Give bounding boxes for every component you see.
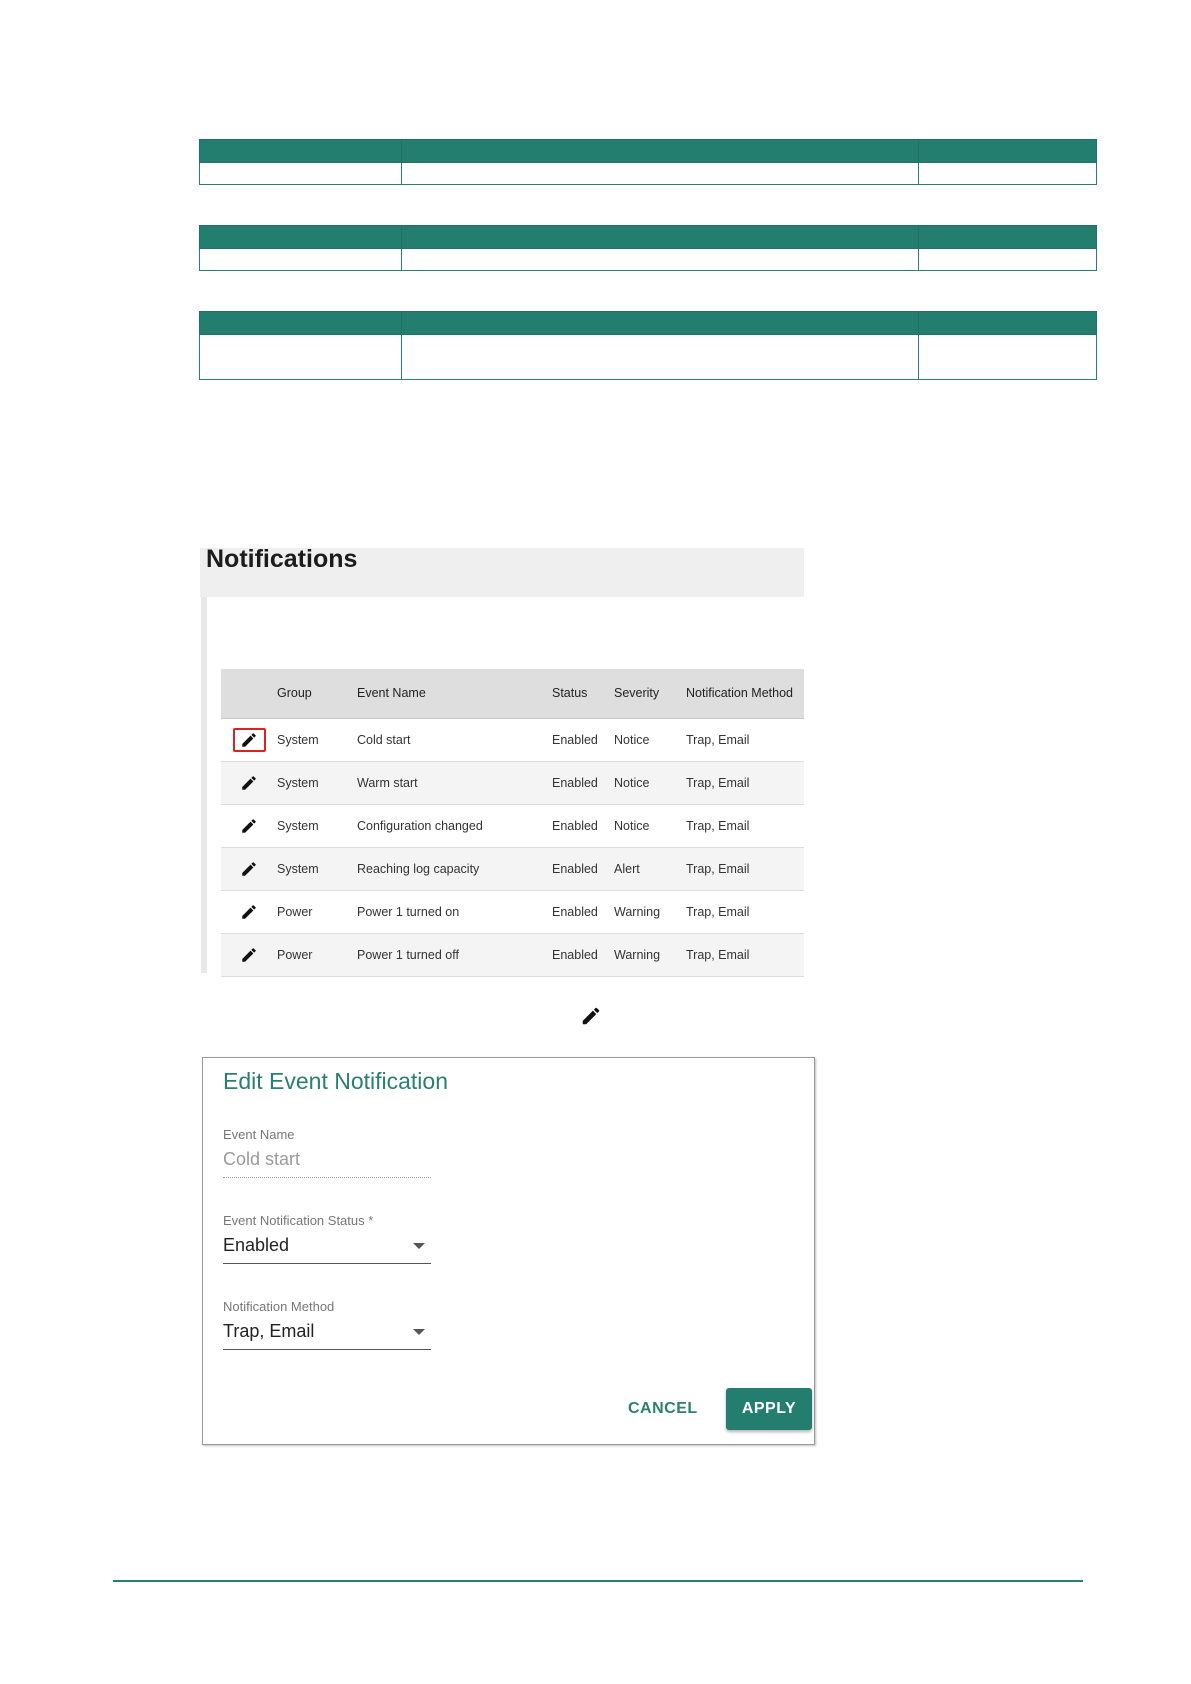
cell-severity: Alert: [614, 847, 686, 891]
cell-severity: Warning: [614, 890, 686, 934]
footer-divider: [113, 1580, 1083, 1582]
spec-table-1: [199, 139, 1097, 185]
cell-status: Enabled: [552, 890, 614, 934]
pencil-icon: [242, 732, 256, 747]
cell-severity: Notice: [614, 804, 686, 848]
cell-event-name: Cold start: [357, 718, 552, 762]
cancel-button[interactable]: CANCEL: [628, 1400, 698, 1418]
cell-group: System: [277, 847, 357, 891]
cell-status: Enabled: [552, 804, 614, 848]
event-name-label: Event Name: [223, 1127, 295, 1142]
edit-event-notification-dialog: Edit Event Notification Event Name Cold …: [202, 1057, 815, 1445]
cell-method: Trap, Email: [686, 890, 804, 934]
cell-method: Trap, Email: [686, 761, 804, 805]
status-label: Event Notification Status *: [223, 1213, 374, 1228]
method-select-value: Trap, Email: [223, 1321, 315, 1341]
table-header-row: Group Event Name Status Severity Notific…: [221, 669, 804, 719]
cell-group: Power: [277, 933, 357, 977]
edit-button[interactable]: [233, 771, 266, 795]
column-header-notification-method[interactable]: Notification Method: [686, 669, 804, 719]
table-row: Power Power 1 turned on Enabled Warning …: [221, 890, 804, 934]
column-header-status[interactable]: Status: [552, 669, 614, 719]
table-row: System Configuration changed Enabled Not…: [221, 804, 804, 848]
cell-status: Enabled: [552, 933, 614, 977]
cell-severity: Warning: [614, 933, 686, 977]
cell-event-name: Warm start: [357, 761, 552, 805]
pencil-icon: [242, 775, 256, 790]
cell-event-name: Reaching log capacity: [357, 847, 552, 891]
spec-table-3: [199, 311, 1097, 380]
column-header-group[interactable]: Group: [277, 669, 357, 719]
cell-status: Enabled: [552, 847, 614, 891]
cell-severity: Notice: [614, 718, 686, 762]
page-title: Notifications: [206, 545, 358, 573]
edit-button[interactable]: [233, 857, 266, 881]
cell-method: Trap, Email: [686, 718, 804, 762]
cell-event-name: Power 1 turned off: [357, 933, 552, 977]
pencil-icon: [582, 1007, 600, 1025]
cell-status: Enabled: [552, 718, 614, 762]
cell-event-name: Power 1 turned on: [357, 890, 552, 934]
cell-severity: Notice: [614, 761, 686, 805]
dialog-title: Edit Event Notification: [223, 1068, 449, 1094]
cell-status: Enabled: [552, 761, 614, 805]
cell-method: Trap, Email: [686, 847, 804, 891]
table-row: Power Power 1 turned off Enabled Warning…: [221, 933, 804, 977]
spec-table-2: [199, 225, 1097, 271]
table-row: System Reaching log capacity Enabled Ale…: [221, 847, 804, 891]
event-name-field: Cold start: [223, 1149, 431, 1178]
status-select-value: Enabled: [223, 1235, 290, 1255]
cell-group: System: [277, 804, 357, 848]
status-select[interactable]: Enabled: [223, 1235, 431, 1264]
method-select[interactable]: Trap, Email: [223, 1321, 431, 1350]
column-header-edit: [221, 669, 277, 719]
column-header-severity[interactable]: Severity: [614, 669, 686, 719]
pencil-icon: [242, 947, 256, 962]
edit-button[interactable]: [233, 943, 266, 967]
table-row: System Warm start Enabled Notice Trap, E…: [221, 761, 804, 805]
method-label: Notification Method: [223, 1299, 335, 1314]
cell-event-name: Configuration changed: [357, 804, 552, 848]
notifications-table: Group Event Name Status Severity Notific…: [221, 669, 804, 977]
dropdown-caret-icon: [413, 1329, 425, 1335]
pencil-icon: [242, 904, 256, 919]
edit-button[interactable]: [233, 900, 266, 924]
pencil-icon: [242, 861, 256, 876]
cell-method: Trap, Email: [686, 933, 804, 977]
pencil-icon: [242, 818, 256, 833]
apply-button[interactable]: APPLY: [726, 1388, 812, 1430]
edit-button-highlighted[interactable]: [232, 727, 266, 752]
panel-left-border: [201, 597, 207, 973]
cell-group: System: [277, 761, 357, 805]
cell-group: System: [277, 718, 357, 762]
edit-button[interactable]: [233, 814, 266, 838]
table-row: System Cold start Enabled Notice Trap, E…: [221, 718, 804, 762]
cell-method: Trap, Email: [686, 804, 804, 848]
column-header-event-name[interactable]: Event Name: [357, 669, 552, 719]
cell-group: Power: [277, 890, 357, 934]
dropdown-caret-icon: [413, 1243, 425, 1249]
